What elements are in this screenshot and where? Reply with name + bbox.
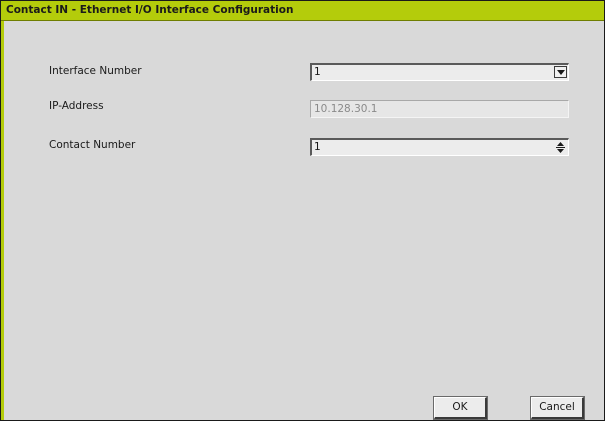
ip-address-value: 10.128.30.1	[314, 103, 378, 115]
interface-number-value: 1	[314, 66, 321, 78]
ip-address-label: IP-Address	[49, 100, 104, 112]
contact-number-value: 1	[314, 141, 321, 153]
contact-number-label: Contact Number	[49, 139, 136, 151]
accent-bar	[1, 21, 4, 420]
ok-button[interactable]: OK	[433, 396, 488, 420]
ip-address-field: 10.128.30.1	[310, 100, 569, 118]
interface-number-label: Interface Number	[49, 65, 142, 77]
contact-number-spinner[interactable]: 1	[310, 138, 569, 156]
interface-number-select[interactable]: 1	[310, 63, 569, 81]
spinner-arrows-icon[interactable]	[554, 140, 567, 155]
title-bar: Contact IN - Ethernet I/O Interface Conf…	[1, 1, 604, 21]
dialog-title: Contact IN - Ethernet I/O Interface Conf…	[6, 4, 294, 16]
configuration-dialog: Contact IN - Ethernet I/O Interface Conf…	[0, 0, 605, 421]
chevron-down-icon[interactable]	[554, 66, 567, 78]
cancel-button[interactable]: Cancel	[530, 396, 585, 420]
